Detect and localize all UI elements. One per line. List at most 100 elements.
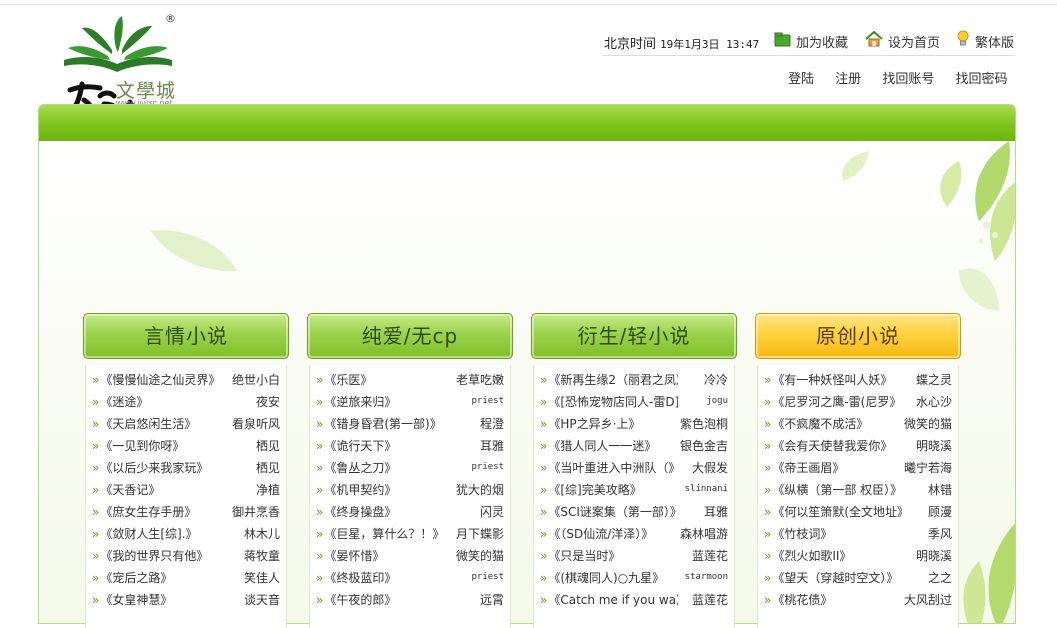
book-title-link[interactable]: 《帝王画眉》 [764,459,844,476]
book-title-link[interactable]: 《新再生缘2（丽君之凤》 [540,371,678,388]
author-link[interactable]: 蓝莲花 [692,547,728,564]
author-link[interactable]: 顾漫 [928,503,952,520]
book-title-link[interactable]: 《[综]完美攻略》 [540,481,641,498]
author-link[interactable]: 水心沙 [916,393,952,410]
book-title-link[interactable]: 《晏怀惜》 [316,547,384,564]
author-link[interactable]: jogu [706,396,728,406]
author-link[interactable]: 紫色泡桐 [680,415,728,432]
book-title-link[interactable]: 《我的世界只有他》 [92,547,208,564]
book-title-link[interactable]: 《会有天使替我爱你》 [764,437,892,454]
author-link[interactable]: 夜安 [256,393,280,410]
category-fanfic-header[interactable]: 衍生/轻小说 [531,313,737,359]
author-link[interactable]: 谈天音 [244,591,280,608]
book-title-link[interactable]: 《鲁丛之刀》 [316,459,396,476]
author-link[interactable]: 栖见 [256,459,280,476]
book-title-link[interactable]: 《一见到你呀》 [92,437,184,454]
author-link[interactable]: 林木儿 [244,525,280,542]
list-item: 《鲁丛之刀》 priest [316,456,504,478]
traditional-chinese-link[interactable]: 繁体版 [956,30,1014,52]
author-link[interactable]: 远霄 [480,591,504,608]
book-title-link[interactable]: 《终极蓝印》 [316,569,396,586]
author-link[interactable]: 耳雅 [480,437,504,454]
book-title-link[interactable]: 《HP之异乡·上》 [540,415,640,432]
book-title-link[interactable]: 《只是当时》 [540,547,620,564]
author-link[interactable]: priest [471,396,504,406]
book-title-link[interactable]: 《以后少来我家玩》 [92,459,208,476]
book-title-link[interactable]: 《桃花债》 [764,591,832,608]
book-title-link[interactable]: 《逆旅来归》 [316,393,396,410]
book-title-link[interactable]: 《[恐怖宠物店同人-雷D]》 [540,393,678,410]
author-link[interactable]: 大风刮过 [904,591,952,608]
book-title-link[interactable]: 《SCI谜案集（第一部）》 [540,503,678,520]
author-link[interactable]: 蝶之灵 [916,371,952,388]
author-link[interactable]: 蓝莲花 [692,591,728,608]
author-link[interactable]: priest [471,572,504,582]
book-title-link[interactable]: 《烈火如歌II》 [764,547,851,564]
book-title-link[interactable]: 《当叶重进入中洲队（》 [540,459,678,476]
book-title-link[interactable]: 《女皇神慧》 [92,591,172,608]
author-link[interactable]: 森林唱游 [680,525,728,542]
book-title-link[interactable]: 《错身昏君(第一部)》 [316,415,441,432]
book-title-link[interactable]: 《尼罗河之鹰-雷(尼罗》 [764,393,901,410]
author-link[interactable]: 银色金吉 [680,437,728,454]
author-link[interactable]: 老草吃嫩 [456,371,504,388]
book-title-link[interactable]: 《猎人同人一一迷》 [540,437,656,454]
book-title-link[interactable]: 《望天（穿越时空文）》 [764,569,898,586]
author-link[interactable]: 曦宁若海 [904,459,952,476]
book-title-link[interactable]: 《不疯魔不成活》 [764,415,868,432]
author-link[interactable]: 净植 [256,481,280,498]
book-title-link[interactable]: 《(棋魂同人)○九星》 [540,569,664,586]
author-link[interactable]: 季风 [928,525,952,542]
book-title-link[interactable]: 《天香记》 [92,481,160,498]
book-title-link[interactable]: 《庶女生存手册》 [92,503,196,520]
book-title-link[interactable]: 《慢慢仙途之仙灵界》 [92,371,220,388]
book-title-link[interactable]: 《机甲契约》 [316,481,396,498]
register-link[interactable]: 注册 [835,72,861,87]
author-link[interactable]: starmoon [685,572,728,582]
add-favorite-link[interactable]: 加为收藏 [774,30,848,52]
author-link[interactable]: 冷冷 [704,371,728,388]
author-link[interactable]: 之之 [928,569,952,586]
book-title-link[interactable]: 《有一种妖怪叫人妖》 [764,371,892,388]
book-title-link[interactable]: 《何以笙箫默(全文地址》 [764,503,902,520]
login-link[interactable]: 登陆 [788,72,814,87]
author-link[interactable]: 蒋牧童 [244,547,280,564]
author-link[interactable]: 犹大的烟 [456,481,504,498]
author-link[interactable]: priest [471,462,504,472]
author-link[interactable]: 绝世小白 [232,371,280,388]
book-title-link[interactable]: 《午夜的郎》 [316,591,396,608]
category-romance-header[interactable]: 言情小说 [83,313,289,359]
author-link[interactable]: 林错 [928,481,952,498]
book-title-link[interactable]: 《迷途》 [92,393,148,410]
book-title-link[interactable]: 《（SD仙流/洋泽）》 [540,525,653,542]
set-homepage-link[interactable]: 设为首页 [865,30,940,52]
category-danmei-header[interactable]: 纯爱/无cp [307,313,513,359]
author-link[interactable]: slinnani [685,484,728,494]
author-link[interactable]: 月下蝶影 [456,525,504,542]
author-link[interactable]: 闪灵 [480,503,504,520]
recover-password-link[interactable]: 找回密码 [955,72,1007,87]
author-link[interactable]: 看泉听风 [232,415,280,432]
category-original-header[interactable]: 原创小说 [755,313,961,359]
recover-account-link[interactable]: 找回账号 [882,72,934,87]
author-link[interactable]: 栖见 [256,437,280,454]
book-title-link[interactable]: 《巨星，算什么？！》 [316,525,444,542]
book-title-link[interactable]: 《竹枝词》 [764,525,832,542]
author-link[interactable]: 耳雅 [704,503,728,520]
book-title-link[interactable]: 《敛财人生[综].》 [92,525,197,542]
author-link[interactable]: 明晓溪 [916,547,952,564]
book-title-link[interactable]: 《乐医》 [316,371,372,388]
author-link[interactable]: 程澄 [480,415,504,432]
author-link[interactable]: 大假发 [692,459,728,476]
book-title-link[interactable]: 《终身操盘》 [316,503,396,520]
author-link[interactable]: 微笑的猫 [904,415,952,432]
book-title-link[interactable]: 《天启悠闲生活》 [92,415,196,432]
author-link[interactable]: 微笑的猫 [456,547,504,564]
book-title-link[interactable]: 《宠后之路》 [92,569,172,586]
book-title-link[interactable]: 《纵横（第一部 权臣）》 [764,481,902,498]
author-link[interactable]: 明晓溪 [916,437,952,454]
book-title-link[interactable]: 《诡行天下》 [316,437,396,454]
author-link[interactable]: 笑佳人 [244,569,280,586]
book-title-link[interactable]: 《Catch me if you wa》 [540,591,678,608]
author-link[interactable]: 御井烹香 [232,503,280,520]
